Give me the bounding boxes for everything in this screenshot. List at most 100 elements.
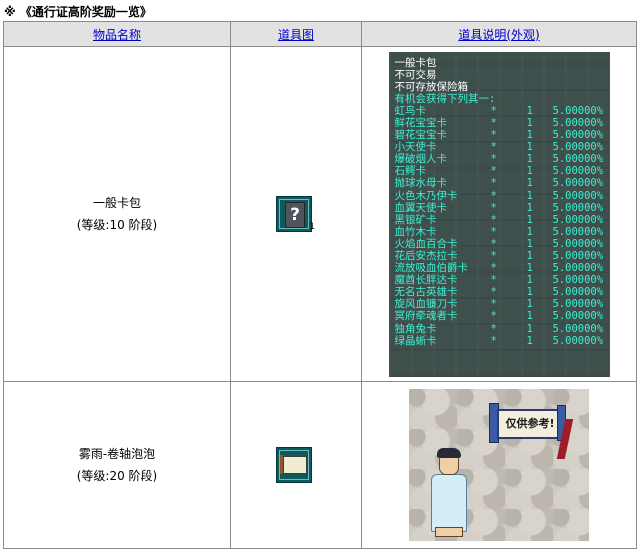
tooltip-item-pct: 5.00000%	[552, 165, 604, 178]
header-item-name-link[interactable]: 物品名称	[93, 28, 141, 42]
tooltip-item-row: 魔酋长胖达卡 * 1 5.00000%	[395, 274, 606, 286]
tooltip-item-name: 血竹木卡	[394, 225, 437, 238]
tooltip-item-star: *	[490, 237, 497, 250]
tooltip-item-name: 碧花宝宝卡	[394, 129, 448, 142]
item-name-cell: 一般卡包 (等级:10 阶段)	[3, 46, 231, 382]
tooltip-item-name: 无名古英雄卡	[394, 286, 458, 299]
tooltip-header: 有机会获得下列其一:	[394, 92, 496, 105]
tooltip-item-qty: 1	[526, 104, 533, 117]
tooltip-item-qty: 1	[526, 116, 533, 129]
header-item-name: 物品名称	[3, 21, 231, 47]
tooltip-item-pct: 5.00000%	[552, 201, 604, 214]
tooltip-item-pct: 5.00000%	[552, 250, 604, 262]
tooltip-item-row: 血翼天使卡 * 1 5.00000%	[395, 202, 606, 214]
header-item-icon-link[interactable]: 道具图	[278, 28, 314, 42]
tooltip-item-qty: 1	[526, 298, 533, 311]
scroll-sign: 仅供参考!	[489, 403, 569, 443]
item-icon-cell: ? 1	[230, 46, 362, 382]
tooltip-item-name: 黑银矿卡	[394, 213, 437, 226]
tooltip-item-star: *	[490, 104, 497, 117]
tooltip-line: 一般卡包	[394, 56, 437, 69]
scroll-icon	[280, 455, 307, 474]
item-desc-cell: 一般卡包 不可交易 不可存放保险箱 有机会获得下列其一: 虹鸟卡 * 1 5.0000…	[361, 46, 637, 382]
table-row: 雾雨-卷轴泡泡 (等级:20 阶段) 仅供参考!	[3, 381, 637, 549]
item-tooltip: 一般卡包 不可交易 不可存放保险箱 有机会获得下列其一: 虹鸟卡 * 1 5.0000…	[388, 51, 610, 377]
tooltip-item-pct: 5.00000%	[552, 286, 604, 299]
tooltip-item-pct: 5.00000%	[552, 153, 604, 166]
tooltip-item-name: 抛球水母卡	[394, 177, 448, 190]
reward-table: 物品名称 道具图 道具说明(外观) 一般卡包 (等级:10 阶段) ? 1 一般	[3, 21, 637, 549]
icon-count: 1	[309, 222, 315, 232]
tooltip-item-qty: 1	[526, 189, 533, 202]
tooltip-item-star: *	[490, 129, 497, 142]
tooltip-item-qty: 1	[526, 237, 533, 250]
tooltip-item-star: *	[490, 116, 497, 129]
tooltip-item-pct: 5.00000%	[552, 334, 604, 347]
tooltip-item-star: *	[490, 250, 497, 262]
tooltip-item-star: *	[490, 322, 497, 335]
tooltip-item-qty: 1	[526, 286, 533, 299]
tooltip-item-qty: 1	[526, 141, 533, 154]
tooltip-item-row: 火色木乃伊卡 * 1 5.00000%	[395, 190, 606, 202]
tooltip-item-row: 石鳄卡 * 1 5.00000%	[395, 165, 606, 177]
item-name-cell: 雾雨-卷轴泡泡 (等级:20 阶段)	[3, 381, 231, 549]
tooltip-item-pct: 5.00000%	[552, 298, 604, 311]
appearance-preview-image: 仅供参考!	[409, 389, 589, 541]
tooltip-item-pct: 5.00000%	[552, 116, 604, 129]
tooltip-item-qty: 1	[526, 129, 533, 142]
tooltip-item-name: 花后安杰拉卡	[394, 250, 458, 262]
tooltip-item-row: 黑银矿卡 * 1 5.00000%	[395, 214, 606, 226]
tooltip-line: 不可交易	[394, 68, 437, 81]
tooltip-item-star: *	[490, 334, 497, 347]
tooltip-item-name: 绿晶蜥卡	[394, 334, 437, 347]
tooltip-item-pct: 5.00000%	[552, 213, 604, 226]
tooltip-item-pct: 5.00000%	[552, 274, 604, 287]
tooltip-item-pct: 5.00000%	[552, 237, 604, 250]
tooltip-item-qty: 1	[526, 322, 533, 335]
question-mark-card-pack-icon: ? 1	[276, 196, 316, 232]
tooltip-item-row: 血竹木卡 * 1 5.00000%	[395, 226, 606, 238]
tooltip-item-pct: 5.00000%	[552, 310, 604, 323]
table-row: 一般卡包 (等级:10 阶段) ? 1 一般卡包 不可交易 不可存放保险箱 有机…	[3, 46, 637, 382]
character-hair	[437, 448, 461, 458]
scroll-sign-text: 仅供参考!	[505, 417, 555, 430]
tooltip-item-qty: 1	[526, 213, 533, 226]
tooltip-item-row: 绿晶蜥卡 * 1 5.00000%	[395, 335, 606, 347]
character-body	[431, 474, 467, 532]
table-header-row: 物品名称 道具图 道具说明(外观)	[3, 21, 637, 47]
item-desc-cell: 仅供参考!	[361, 381, 637, 549]
tooltip-item-qty: 1	[526, 310, 533, 323]
tooltip-item-name: 石鳄卡	[394, 165, 427, 178]
tooltip-item-star: *	[490, 153, 497, 166]
tooltip-item-qty: 1	[526, 201, 533, 214]
tooltip-item-name: 独角兔卡	[394, 322, 437, 335]
tooltip-item-pct: 5.00000%	[552, 177, 604, 190]
tooltip-item-name: 血翼天使卡	[394, 201, 448, 214]
tooltip-item-name: 流放吸血伯爵卡	[394, 262, 469, 275]
tooltip-item-star: *	[490, 225, 497, 238]
tooltip-item-pct: 5.00000%	[552, 262, 604, 275]
tooltip-item-star: *	[490, 286, 497, 299]
tooltip-item-name: 爆破烟人卡	[394, 153, 448, 166]
tooltip-item-name: 火色木乃伊卡	[394, 189, 458, 202]
character-legs	[435, 527, 463, 537]
scroll-body: 仅供参考!	[497, 409, 563, 439]
tooltip-item-row: 冥府牵魂者卡 * 1 5.00000%	[395, 310, 606, 322]
tooltip-item-pct: 5.00000%	[552, 322, 604, 335]
tooltip-item-name: 魔酋长胖达卡	[394, 274, 458, 287]
header-item-icon: 道具图	[230, 21, 362, 47]
tooltip-item-star: *	[490, 189, 497, 202]
question-mark-icon: ?	[285, 202, 305, 228]
header-item-desc-link[interactable]: 道具说明(外观)	[458, 28, 539, 42]
item-name: 雾雨-卷轴泡泡	[78, 447, 156, 461]
tooltip-item-row: 花后安杰拉卡 * 1 5.00000%	[395, 250, 606, 262]
scroll-bubble-icon	[276, 447, 316, 483]
tooltip-item-row: 火焰血百合卡 * 1 5.00000%	[395, 238, 606, 250]
tooltip-item-qty: 1	[526, 153, 533, 166]
tooltip-item-star: *	[490, 310, 497, 323]
tooltip-item-name: 小天使卡	[394, 141, 437, 154]
tooltip-item-row: 鲜花宝宝卡 * 1 5.00000%	[395, 117, 606, 129]
tooltip-line: 不可存放保险箱	[394, 80, 469, 93]
tooltip-item-row: 碧花宝宝卡 * 1 5.00000%	[395, 129, 606, 141]
tooltip-item-qty: 1	[526, 274, 533, 287]
